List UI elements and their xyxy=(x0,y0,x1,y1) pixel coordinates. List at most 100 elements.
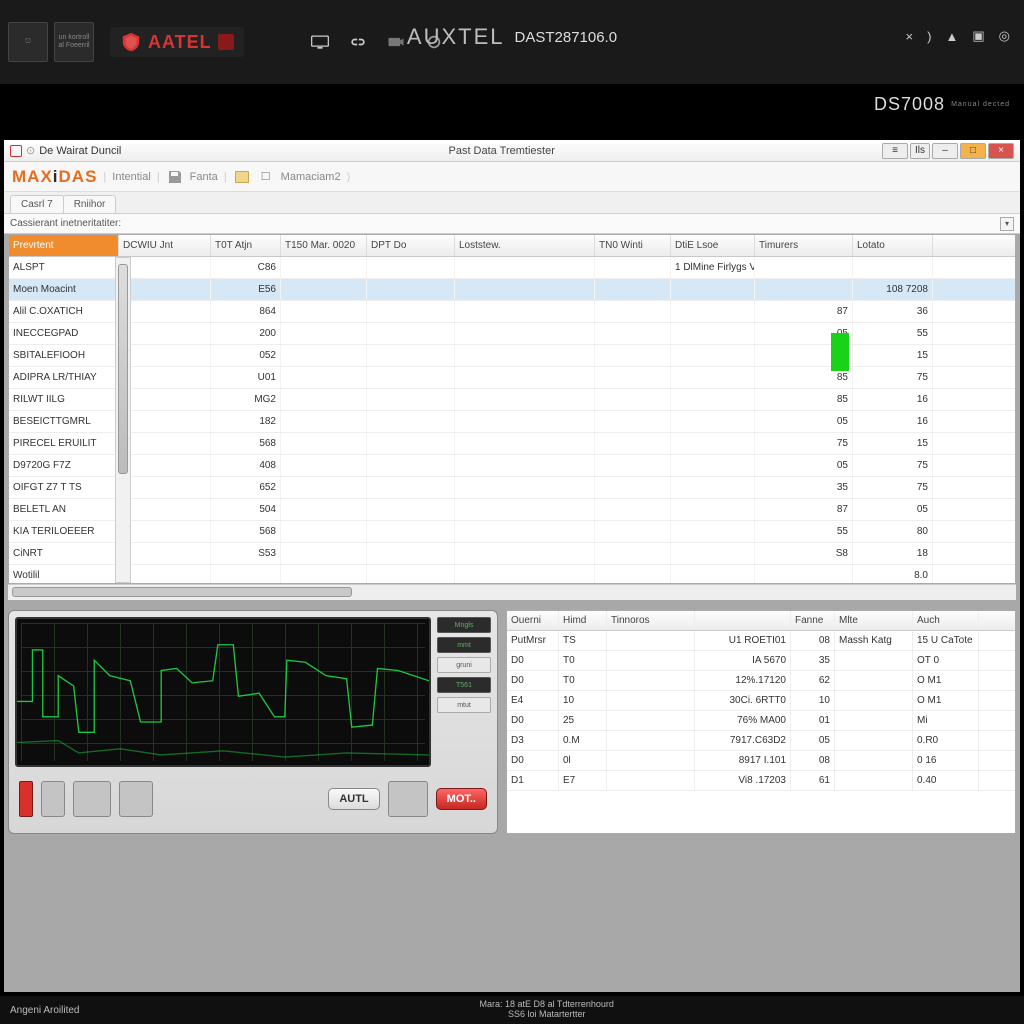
bell-icon[interactable]: ▲ xyxy=(945,29,958,44)
cell xyxy=(119,455,211,476)
auto-button[interactable]: AUTL xyxy=(328,788,379,810)
table-row[interactable]: D9720G F7Z4080575 xyxy=(9,455,1015,477)
camera-icon[interactable] xyxy=(386,34,406,50)
scope-btn-3[interactable]: gruni xyxy=(437,657,491,673)
detail-row[interactable]: D02576% MA0001Mi xyxy=(507,711,1015,731)
col-3[interactable]: T150 Mar. 0020 xyxy=(281,235,367,256)
circle-icon[interactable] xyxy=(424,34,444,50)
col-0[interactable]: Prevrtent xyxy=(9,235,119,256)
detail-row[interactable]: E41030Ci. 6RTT010O M1 xyxy=(507,691,1015,711)
table-row[interactable]: Alil C.OXATICH8648736 xyxy=(9,301,1015,323)
disk-icon[interactable] xyxy=(166,168,184,186)
col-4[interactable]: DPT Do xyxy=(367,235,455,256)
table-row[interactable]: ADIPRA LR/THIAYU018575 xyxy=(9,367,1015,389)
screen-icon[interactable] xyxy=(310,34,330,50)
mcol-0[interactable]: Ouerni xyxy=(507,611,559,630)
scope-btn-4[interactable]: T561 xyxy=(437,677,491,693)
cell: 200 xyxy=(211,323,281,344)
col-8[interactable]: Timurers xyxy=(755,235,853,256)
mcol-5[interactable]: Mlte xyxy=(835,611,913,630)
table-row[interactable]: CiNRTS53S818 xyxy=(9,543,1015,565)
table-row[interactable]: BELETL AN5048705 xyxy=(9,499,1015,521)
detail-row[interactable]: D1E7Vi8 .17203610.40 xyxy=(507,771,1015,791)
tab-1[interactable]: Casrl 7 xyxy=(10,195,64,213)
table-body: ALSPTC861 DlMine Firlygs Vor WannMoen Mo… xyxy=(9,257,1015,583)
slot-1[interactable] xyxy=(41,781,65,817)
mcol-4[interactable]: Fanne xyxy=(791,611,835,630)
detail-cell: 76% MA00 xyxy=(695,711,791,730)
col-2[interactable]: T0T Atjn xyxy=(211,235,281,256)
menu-item-2[interactable]: Fanta xyxy=(190,171,218,183)
table-row[interactable]: ALSPTC861 DlMine Firlygs Vor Wann xyxy=(9,257,1015,279)
cell: 1 DlMine Firlygs Vor Wann xyxy=(671,257,755,278)
cell xyxy=(671,433,755,454)
col-9[interactable]: Lotato xyxy=(853,235,933,256)
table-row[interactable]: PIRECEL ERUILIT5687515 xyxy=(9,433,1015,455)
horizontal-scrollbar[interactable] xyxy=(8,584,1016,600)
mcol-3[interactable] xyxy=(695,611,791,630)
cell: 55 xyxy=(755,521,853,542)
close-icon[interactable]: × xyxy=(906,29,914,44)
hscroll-thumb[interactable] xyxy=(12,587,352,597)
detail-cell: 05 xyxy=(791,731,835,750)
filter-bar: Cassierant inetneritatiter: ▾ xyxy=(4,214,1020,234)
col-1[interactable]: DCWIU Jnt xyxy=(119,235,211,256)
vertical-scrollbar[interactable] xyxy=(115,257,131,583)
slot-3[interactable] xyxy=(119,781,153,817)
cell xyxy=(455,433,595,454)
close-button[interactable]: × xyxy=(988,143,1014,159)
table-row[interactable]: OIFGT Z7 T TS6523575 xyxy=(9,477,1015,499)
cell: 15 xyxy=(853,345,933,366)
detail-row[interactable]: D0T012%.1712062O M1 xyxy=(507,671,1015,691)
scope-btn-1[interactable]: Mngls xyxy=(437,617,491,633)
table-row[interactable]: INECCEGPAD2000555 xyxy=(9,323,1015,345)
dropdown-arrow-icon[interactable]: ▾ xyxy=(1000,217,1014,231)
menu-item-1[interactable]: Intential xyxy=(112,171,151,183)
detail-row[interactable]: D00l8917 I.101080 16 xyxy=(507,751,1015,771)
cell: S53 xyxy=(211,543,281,564)
target-icon[interactable]: ◎ xyxy=(999,28,1010,44)
window-icon[interactable]: ▣ xyxy=(972,28,984,44)
sys-menu-icon[interactable]: ≡ xyxy=(882,143,908,159)
detail-cell: U1 ROETI01 xyxy=(695,631,791,650)
restore-button[interactable]: □ xyxy=(960,143,986,159)
folder-icon[interactable] xyxy=(233,168,251,186)
detail-cell: 61 xyxy=(791,771,835,790)
slot-2[interactable] xyxy=(73,781,111,817)
table-row[interactable]: SBITALEFIOOH0520315 xyxy=(9,345,1015,367)
scope-btn-2[interactable]: mmt xyxy=(437,637,491,653)
link-icon[interactable] xyxy=(348,34,368,50)
col-6[interactable]: TN0 Winti xyxy=(595,235,671,256)
detail-row[interactable]: D30.M7917.C63D2050.R0 xyxy=(507,731,1015,751)
slot-4[interactable] xyxy=(388,781,428,817)
cell: BELETL AN xyxy=(9,499,119,520)
cell xyxy=(281,433,367,454)
checkbox-icon[interactable]: ☐ xyxy=(257,168,275,186)
status-left: Angeni Aroilited xyxy=(10,1005,80,1016)
power-button[interactable] xyxy=(19,781,33,817)
tab-2[interactable]: Rniihor xyxy=(63,195,117,213)
moon-icon[interactable]: ) xyxy=(927,29,931,44)
scope-btn-5[interactable]: mtut xyxy=(437,697,491,713)
brand-maxidas: MAXiDAS xyxy=(12,167,97,187)
sys-menu-label[interactable]: Ils xyxy=(910,143,930,159)
cell xyxy=(119,499,211,520)
table-row[interactable]: RILWT IILGMG28516 xyxy=(9,389,1015,411)
cell xyxy=(281,301,367,322)
col-5[interactable]: Loststew. xyxy=(455,235,595,256)
scrollbar-thumb[interactable] xyxy=(118,264,128,474)
detail-row[interactable]: PutMrsrTSU1 ROETI0108Massh Katg15 U CaTo… xyxy=(507,631,1015,651)
minimize-button[interactable]: – xyxy=(932,143,958,159)
cell: S8 xyxy=(755,543,853,564)
mcol-1[interactable]: Himd xyxy=(559,611,607,630)
col-7[interactable]: DtiE Lsoe xyxy=(671,235,755,256)
menu-item-3[interactable]: Mamaciam2 xyxy=(281,171,341,183)
table-row[interactable]: Wotilil8.0 xyxy=(9,565,1015,583)
mcol-6[interactable]: Auch xyxy=(913,611,979,630)
mcol-2[interactable]: Tinnoros xyxy=(607,611,695,630)
table-row[interactable]: KIA TERILOEEER5685580 xyxy=(9,521,1015,543)
mode-button[interactable]: MOT.. xyxy=(436,788,487,810)
table-row[interactable]: Moen MoacintE56108 7208 xyxy=(9,279,1015,301)
table-row[interactable]: BESEICTTGMRL1820516 xyxy=(9,411,1015,433)
detail-row[interactable]: D0T0IA 567035OT 0 xyxy=(507,651,1015,671)
